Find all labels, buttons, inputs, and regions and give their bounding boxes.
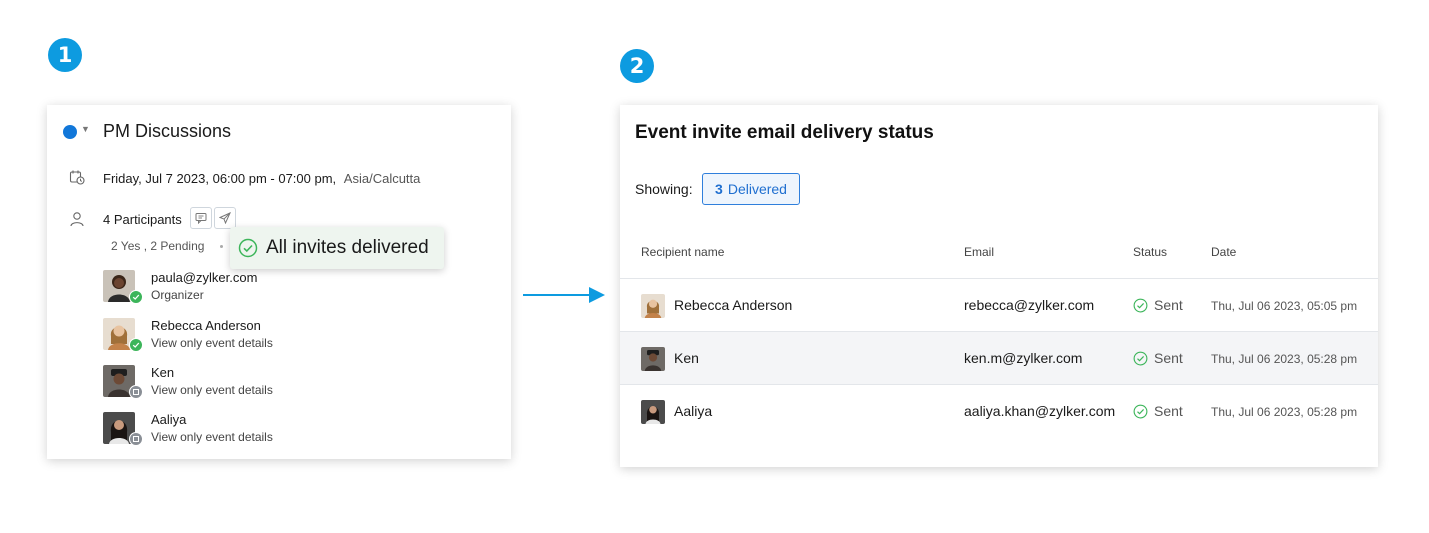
step-2-badge: 2 — [620, 49, 654, 83]
delivery-status: Sent — [1133, 350, 1183, 366]
filter-count: 3 — [715, 181, 723, 197]
chevron-down-icon[interactable]: ▼ — [81, 124, 90, 134]
calendar-clock-icon — [69, 170, 85, 185]
showing-label: Showing: — [635, 181, 693, 197]
table-row[interactable]: Ken ken.m@zylker.com Sent Thu, Jul 06 20… — [620, 331, 1378, 384]
column-header-date[interactable]: Date — [1211, 245, 1236, 259]
check-circle-icon — [238, 238, 258, 258]
participant-role: View only event details — [151, 383, 273, 397]
status-text: Sent — [1154, 297, 1183, 313]
recipient-email: aaliya.khan@zylker.com — [964, 403, 1116, 419]
check-circle-icon — [1133, 351, 1148, 365]
rsvp-summary: 2 Yes , 2 Pending — [111, 239, 205, 253]
delivery-status: Sent — [1133, 297, 1183, 313]
participant-name: paula@zylker.com — [151, 270, 258, 285]
recipient-name: Ken — [674, 350, 699, 366]
pending-icon — [129, 385, 143, 399]
event-details-panel: ▼ PM Discussions Friday, Jul 7 2023, 06:… — [47, 105, 511, 459]
participant-name: Rebecca Anderson — [151, 318, 261, 333]
column-header-recipient[interactable]: Recipient name — [641, 245, 724, 259]
status-text: Sent — [1154, 403, 1183, 419]
participant-name: Aaliya — [151, 412, 187, 427]
participant-name: Ken — [151, 365, 175, 380]
step-1-badge: 1 — [48, 38, 82, 72]
invites-delivered-toast: All invites delivered — [230, 227, 444, 269]
table-row[interactable]: Rebecca Anderson rebecca@zylker.com Sent… — [620, 278, 1378, 331]
participant-item[interactable]: paula@zylker.com Organizer — [103, 270, 463, 306]
filter-label: Delivered — [727, 181, 787, 197]
recipient-email: rebecca@zylker.com — [964, 297, 1095, 313]
chat-icon[interactable] — [190, 207, 212, 229]
check-circle-icon — [1133, 404, 1148, 418]
event-timezone[interactable]: Asia/Calcutta — [344, 171, 421, 186]
person-icon — [70, 212, 84, 227]
accepted-check-icon — [129, 290, 143, 304]
column-header-email[interactable]: Email — [964, 245, 994, 259]
participant-item[interactable]: Rebecca Anderson View only event details — [103, 318, 463, 354]
pending-icon — [129, 432, 143, 446]
event-title: PM Discussions — [103, 121, 232, 141]
separator-dot — [220, 245, 223, 248]
participant-role: Organizer — [151, 288, 204, 302]
delivery-status-panel: Event invite email delivery status Showi… — [620, 105, 1378, 467]
delivered-filter-chip[interactable]: 3 Delivered — [702, 173, 800, 205]
avatar — [641, 294, 665, 318]
participant-role: View only event details — [151, 336, 273, 350]
recipient-name: Rebecca Anderson — [674, 297, 793, 313]
participants-count[interactable]: 4 Participants — [103, 212, 182, 227]
event-datetime-text: Friday, Jul 7 2023, 06:00 pm - 07:00 pm, — [103, 171, 337, 186]
column-header-status[interactable]: Status — [1133, 245, 1167, 259]
sent-date: Thu, Jul 06 2023, 05:28 pm — [1211, 352, 1358, 366]
event-datetime: Friday, Jul 7 2023, 06:00 pm - 07:00 pm,… — [103, 171, 420, 186]
status-text: Sent — [1154, 350, 1183, 366]
sent-date: Thu, Jul 06 2023, 05:05 pm — [1211, 299, 1358, 313]
sent-date: Thu, Jul 06 2023, 05:28 pm — [1211, 405, 1358, 419]
avatar — [641, 400, 665, 424]
send-icon[interactable] — [214, 207, 236, 229]
delivery-status: Sent — [1133, 403, 1183, 419]
participant-item[interactable]: Ken View only event details — [103, 365, 463, 401]
participant-role: View only event details — [151, 430, 273, 444]
participant-item[interactable]: Aaliya View only event details — [103, 412, 463, 448]
recipient-name: Aaliya — [674, 403, 713, 419]
check-circle-icon — [1133, 298, 1148, 312]
calendar-dot-icon[interactable] — [63, 125, 77, 139]
table-row[interactable]: Aaliya aaliya.khan@zylker.com Sent Thu, … — [620, 384, 1378, 437]
avatar — [641, 347, 665, 371]
panel-title: Event invite email delivery status — [635, 122, 934, 143]
recipient-email: ken.m@zylker.com — [964, 350, 1083, 366]
accepted-check-icon — [129, 338, 143, 352]
toast-message: All invites delivered — [266, 237, 429, 258]
arrow-right-icon — [523, 287, 605, 303]
